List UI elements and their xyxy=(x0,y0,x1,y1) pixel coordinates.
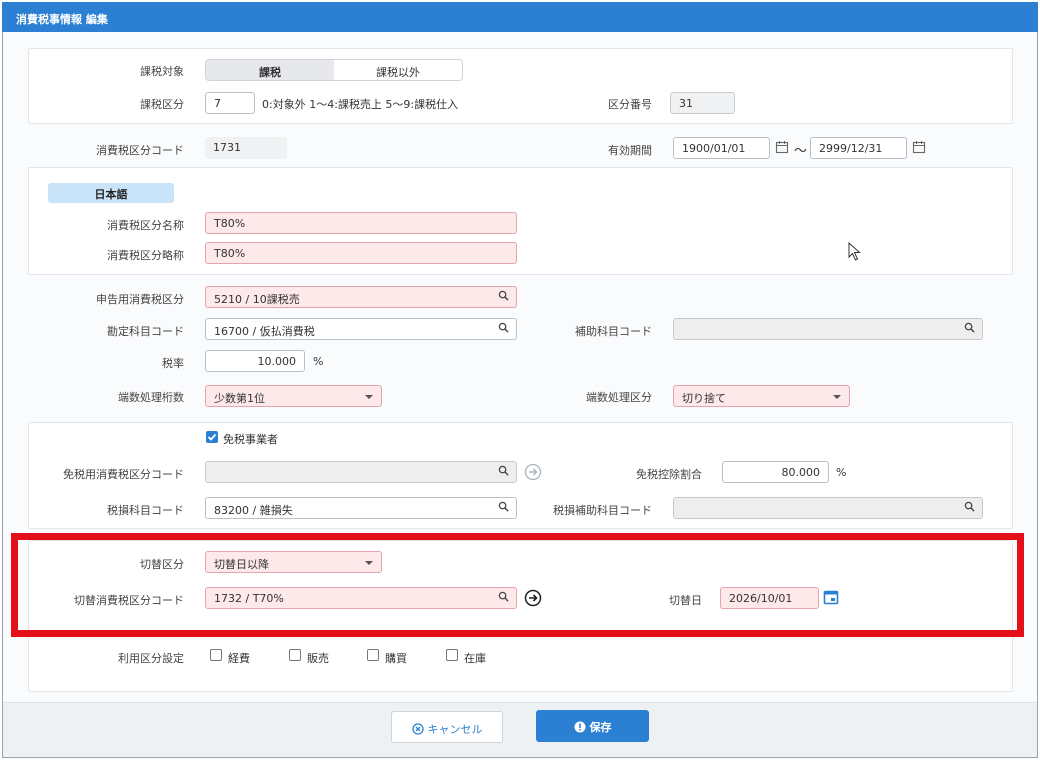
name-label: 消費税区分名称 xyxy=(107,219,184,232)
loss-sub-label: 税損補助科目コード xyxy=(553,504,652,517)
rounding-digits-value: 少数第1位 xyxy=(214,392,265,405)
save-button[interactable]: 保存 xyxy=(536,710,649,742)
rounding-digits-label: 端数処理桁数 xyxy=(118,391,184,404)
exempt-checkbox[interactable] xyxy=(206,431,218,443)
declare-input[interactable]: 5210 / 10課税売 xyxy=(205,286,517,308)
sub-account-label: 補助科目コード xyxy=(575,325,652,338)
deduct-input[interactable]: 80.000 xyxy=(722,461,829,483)
usage-checkbox-sales[interactable] xyxy=(289,649,301,661)
usage-checkbox-purchase[interactable] xyxy=(367,649,379,661)
category-no-value: 31 xyxy=(670,92,735,114)
window-title: 消費税事情報 編集 xyxy=(2,2,1038,32)
rate-unit: % xyxy=(313,355,324,368)
name-input[interactable]: T80% xyxy=(205,212,517,234)
deduct-label: 免税控除割合 xyxy=(636,468,702,481)
exempt-code-input xyxy=(205,461,517,483)
taxable-option-taxable[interactable]: 課税 xyxy=(206,60,334,80)
cancel-label: キャンセル xyxy=(427,723,483,736)
section-taxable xyxy=(28,48,1013,124)
valid-from-input[interactable]: 1900/01/01 xyxy=(673,137,770,159)
tax-type-input[interactable]: 7 xyxy=(205,92,255,114)
cancel-button[interactable]: キャンセル xyxy=(391,711,503,743)
sub-account-input xyxy=(673,318,983,340)
rate-label: 税率 xyxy=(162,357,184,370)
highlight-box xyxy=(11,533,1024,637)
account-input[interactable]: 16700 / 仮払消費税 xyxy=(205,318,517,340)
deduct-unit: % xyxy=(836,466,847,479)
account-label: 勘定科目コード xyxy=(107,325,184,338)
search-icon[interactable] xyxy=(498,290,509,301)
search-icon[interactable] xyxy=(498,322,509,333)
loss-label: 税損科目コード xyxy=(107,504,184,517)
search-icon[interactable] xyxy=(964,322,975,333)
tax-type-label: 課税区分 xyxy=(140,98,184,111)
loss-input[interactable]: 83200 / 雑損失 xyxy=(205,497,517,519)
period-tilde: 〜 xyxy=(794,144,808,159)
arrow-right-icon[interactable] xyxy=(524,463,542,481)
tax-code-label: 消費税区分コード xyxy=(96,144,184,157)
mouse-cursor-icon xyxy=(848,242,861,261)
short-name-label: 消費税区分略称 xyxy=(107,249,184,262)
alert-icon xyxy=(574,721,585,733)
rounding-digits-select[interactable]: 少数第1位 xyxy=(205,385,382,407)
short-name-input[interactable]: T80% xyxy=(205,242,517,264)
rounding-type-select[interactable]: 切り捨て xyxy=(673,385,850,407)
usage-checkbox-expense[interactable] xyxy=(210,649,222,661)
declare-value: 5210 / 10課税売 xyxy=(214,293,300,306)
search-icon[interactable] xyxy=(498,501,509,512)
rounding-type-value: 切り捨て xyxy=(682,392,726,405)
usage-item-label: 販売 xyxy=(307,652,329,665)
usage-item-label: 在庫 xyxy=(464,652,486,665)
tab-japanese[interactable]: 日本語 xyxy=(48,183,174,203)
save-label: 保存 xyxy=(589,721,612,734)
calendar-icon[interactable] xyxy=(775,140,789,154)
rate-input[interactable]: 10.000 xyxy=(205,350,305,372)
taxable-toggle[interactable]: 課税 課税以外 xyxy=(205,59,463,81)
rounding-type-label: 端数処理区分 xyxy=(586,391,652,404)
cancel-icon xyxy=(411,723,424,735)
declare-label: 申告用消費税区分 xyxy=(96,293,184,306)
search-icon[interactable] xyxy=(964,501,975,512)
valid-to-input[interactable]: 2999/12/31 xyxy=(810,137,907,159)
loss-sub-input xyxy=(673,497,983,519)
tax-code-value: 1731 xyxy=(205,137,287,159)
chevron-down-icon xyxy=(833,395,841,399)
usage-checkbox-inventory[interactable] xyxy=(446,649,458,661)
exempt-code-label: 免税用消費税区分コード xyxy=(63,468,184,481)
loss-value: 83200 / 雑損失 xyxy=(214,504,293,517)
calendar-icon[interactable] xyxy=(912,140,926,154)
footer-bar xyxy=(3,702,1037,757)
valid-period-label: 有効期間 xyxy=(608,144,652,157)
chevron-down-icon xyxy=(365,395,373,399)
usage-item-label: 購買 xyxy=(385,652,407,665)
exempt-checkbox-label: 免税事業者 xyxy=(223,433,278,446)
search-icon[interactable] xyxy=(498,465,509,476)
account-value: 16700 / 仮払消費税 xyxy=(214,325,315,338)
category-no-label: 区分番号 xyxy=(608,98,652,111)
check-icon xyxy=(207,433,217,441)
taxable-label: 課税対象 xyxy=(140,65,184,78)
tax-type-hint: 0:対象外 1〜4:課税売上 5〜9:課税仕入 xyxy=(262,98,459,111)
taxable-option-nontaxable[interactable]: 課税以外 xyxy=(334,60,462,80)
usage-label: 利用区分設定 xyxy=(118,652,184,665)
usage-item-label: 経費 xyxy=(228,652,250,665)
